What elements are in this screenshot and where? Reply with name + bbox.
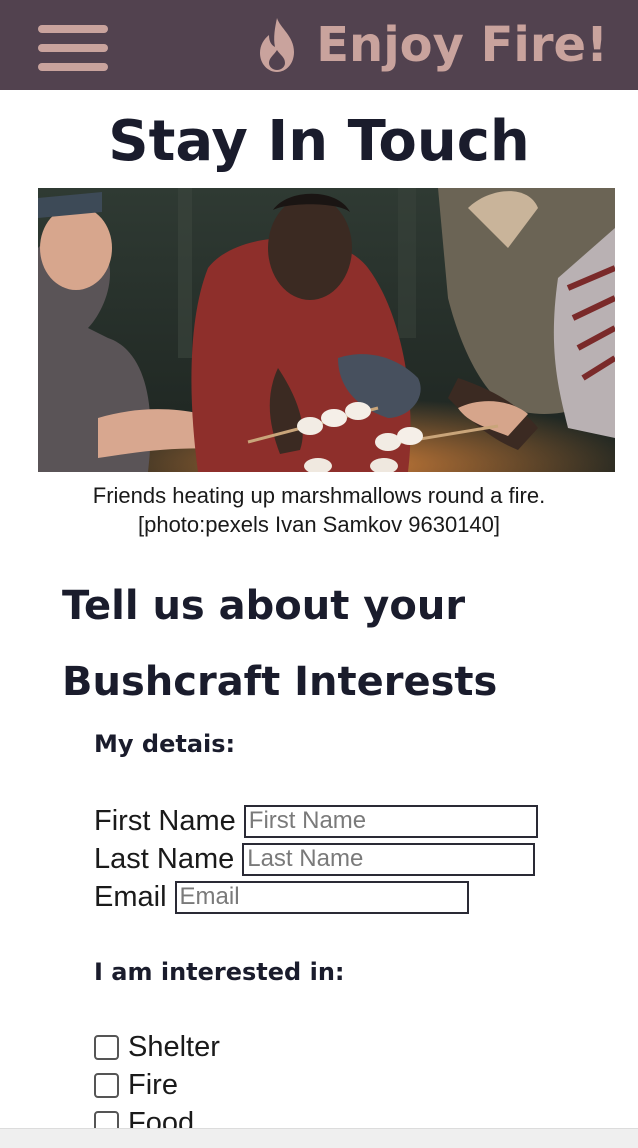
caption-text: Friends heating up marshmallows round a …	[92, 483, 546, 508]
form-heading-line-1: Tell us about your	[62, 583, 466, 629]
details-heading: My detais:	[94, 730, 236, 758]
email-row: Email	[94, 879, 469, 915]
top-navigation-bar: Enjoy Fire!	[0, 0, 638, 90]
hamburger-menu-icon[interactable]	[38, 25, 108, 71]
interests-heading: I am interested in:	[94, 958, 345, 986]
photo-caption: Friends heating up marshmallows round a …	[0, 481, 638, 539]
campfire-photo	[38, 188, 615, 472]
interest-shelter[interactable]: Shelter	[94, 1029, 220, 1065]
fire-checkbox[interactable]	[94, 1072, 119, 1098]
first-name-row: First Name	[94, 803, 538, 839]
browser-bottom-bar	[0, 1128, 638, 1148]
shelter-checkbox[interactable]	[94, 1034, 119, 1060]
fire-label: Fire	[128, 1068, 178, 1101]
last-name-label: Last Name	[94, 842, 235, 875]
flame-icon	[260, 18, 295, 72]
page-title: Stay In Touch	[108, 109, 530, 174]
form-heading: Tell us about your Bushcraft Interests	[62, 568, 582, 720]
first-name-input[interactable]	[243, 804, 538, 838]
first-name-label: First Name	[94, 804, 236, 837]
email-label: Email	[94, 880, 167, 913]
photo-credit: [photo:pexels Ivan Samkov 9630140]	[137, 512, 501, 537]
brand-name: Enjoy Fire!	[316, 17, 608, 73]
last-name-input[interactable]	[242, 842, 536, 876]
form-heading-line-2: Bushcraft Interests	[62, 659, 498, 705]
email-input[interactable]	[174, 880, 469, 914]
brand-logo[interactable]: Enjoy Fire!	[254, 14, 608, 76]
last-name-row: Last Name	[94, 841, 536, 877]
interest-fire[interactable]: Fire	[94, 1067, 178, 1103]
shelter-label: Shelter	[128, 1030, 220, 1063]
